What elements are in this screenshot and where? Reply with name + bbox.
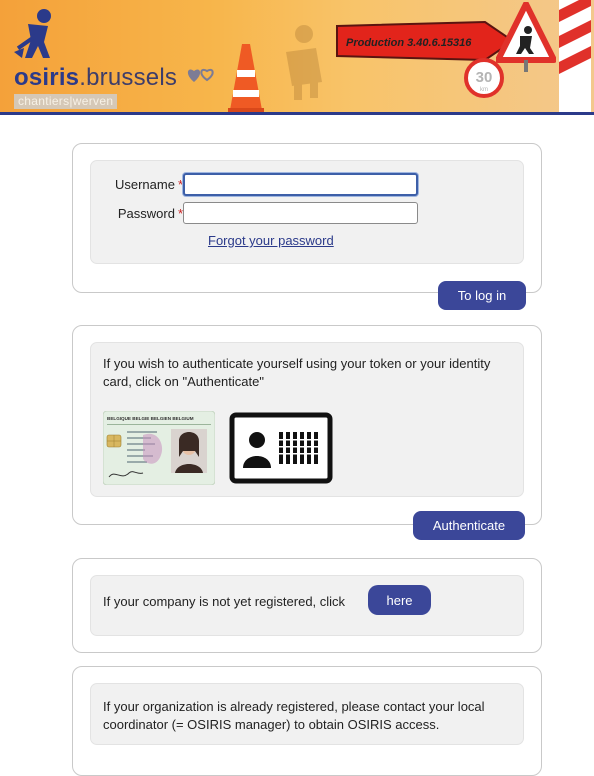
brand-main: osiris (14, 64, 80, 91)
username-input[interactable] (183, 173, 418, 196)
header-banner: osiris.brussels chantiers|werven Product… (0, 0, 594, 115)
roadworks-sign-icon (496, 2, 556, 72)
sub-brand: chantiers|werven (14, 94, 118, 109)
organization-card: If your organization is already register… (72, 666, 542, 776)
eid-card-header: BELGIQUE BELGIE BELGIEN BELGIUM (107, 416, 194, 421)
register-panel: If your company is not yet registered, c… (90, 575, 524, 636)
brand-logo: osiris.brussels (14, 64, 177, 92)
login-card: Username * Password * Forgot your password (72, 143, 542, 293)
organization-panel: If your organization is already register… (90, 683, 524, 745)
username-label: Username * (114, 177, 183, 192)
traffic-cone-icon (228, 44, 264, 115)
password-label: Password * (117, 206, 183, 221)
register-here-button[interactable]: here (368, 585, 431, 615)
login-button[interactable]: To log in (438, 281, 526, 310)
worker-logo-icon (14, 9, 51, 58)
register-instructions: If your company is not yet registered, c… (103, 594, 346, 609)
authenticate-instructions: If you wish to authenticate yourself usi… (103, 356, 491, 389)
forgot-password-link[interactable]: Forgot your password (208, 233, 334, 248)
id-card-icon (229, 412, 333, 484)
production-version-label: Production 3.40.6.15316 (346, 37, 472, 49)
worker-illustration-icon (286, 25, 322, 100)
speed-limit-unit: km (480, 87, 488, 93)
authenticate-card: If you wish to authenticate yourself usi… (72, 325, 542, 525)
hearts-icon (187, 68, 214, 82)
register-card: If your company is not yet registered, c… (72, 558, 542, 653)
brand-rest: .brussels (79, 64, 178, 91)
login-panel: Username * Password * Forgot your password (90, 160, 524, 264)
authenticate-panel: If you wish to authenticate yourself usi… (90, 342, 524, 497)
authenticate-button[interactable]: Authenticate (413, 511, 525, 540)
organization-instructions: If your organization is already register… (103, 699, 485, 732)
eid-card-image: BELGIQUE BELGIE BELGIEN BELGIUM (103, 411, 215, 485)
barrier-sign-icon (559, 0, 591, 112)
speed-limit-value: 30 (476, 69, 493, 86)
banner-divider (0, 112, 594, 115)
password-input[interactable] (183, 202, 418, 224)
